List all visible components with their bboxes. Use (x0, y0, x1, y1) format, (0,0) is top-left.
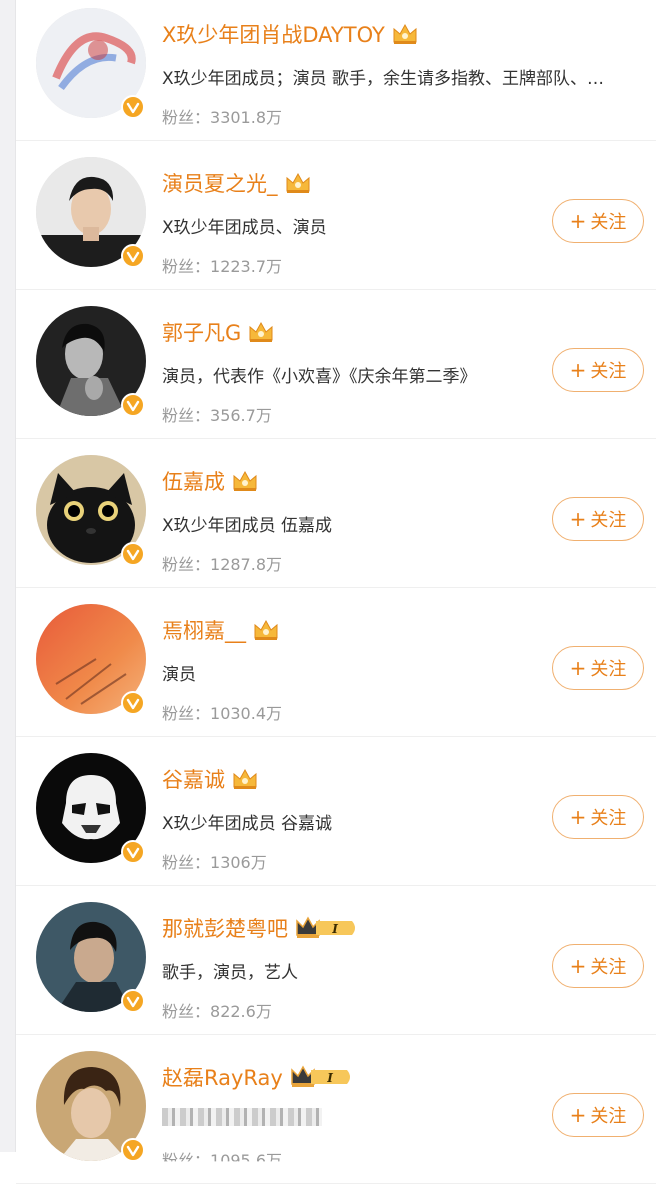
verified-icon (121, 244, 145, 268)
fans-value: 356.7万 (210, 406, 272, 425)
fans-label: 粉丝： (162, 108, 211, 127)
user-row[interactable]: 谷嘉诚 X玖少年团成员 谷嘉诚 粉丝：1306万 + 关注 (16, 737, 656, 886)
fans-count: 粉丝：356.7万 (162, 402, 272, 426)
verified-icon (121, 1138, 145, 1162)
follow-label: 关注 (590, 361, 627, 382)
fans-count: 粉丝：1306万 (162, 849, 267, 873)
follow-button[interactable]: + 关注 (552, 199, 644, 243)
fans-count: 粉丝：3301.8万 (162, 104, 282, 128)
fans-label: 粉丝： (162, 704, 211, 723)
fans-value: 1095.6万 (210, 1151, 283, 1170)
fans-value: 1223.7万 (210, 257, 283, 276)
follow-button[interactable]: + 关注 (552, 348, 644, 392)
verified-icon (121, 542, 145, 566)
user-description: 演员 (162, 665, 196, 685)
fans-label: 粉丝： (162, 1002, 211, 1021)
fans-count: 粉丝：822.6万 (162, 998, 272, 1022)
crown-icon (231, 469, 259, 493)
user-name[interactable]: 郭子凡G (162, 317, 241, 347)
fans-count: 粉丝：1223.7万 (162, 253, 282, 277)
fans-count: 粉丝：1030.4万 (162, 700, 282, 724)
user-description: 歌手，演员，艺人 (162, 963, 298, 983)
follow-button[interactable]: + 关注 (552, 1093, 644, 1137)
follow-label: 关注 (590, 957, 627, 978)
user-row[interactable]: 焉栩嘉__ 演员粉丝：1030.4万 + 关注 (16, 588, 656, 737)
fans-value: 822.6万 (210, 1002, 272, 1021)
verified-icon (121, 691, 145, 715)
verified-icon (121, 393, 145, 417)
fans-count: 粉丝：1095.6万 (162, 1147, 283, 1170)
user-name[interactable]: 那就彭楚粤吧 (162, 913, 288, 943)
follow-label: 关注 (590, 659, 627, 680)
follow-label: 关注 (590, 212, 627, 233)
name-line: 谷嘉诚 (162, 761, 259, 797)
user-name[interactable]: 演员夏之光_ (162, 168, 278, 198)
name-line: 郭子凡G (162, 314, 275, 350)
plus-icon: + (569, 209, 587, 233)
user-row[interactable]: 伍嘉成 X玖少年团成员 伍嘉成 粉丝：1287.8万 + 关注 (16, 439, 656, 588)
left-edge-strip (0, 0, 16, 1152)
user-row[interactable]: 赵磊RayRay I 粉丝：1095.6万 + 关注 (16, 1035, 656, 1184)
user-description: X玖少年团成员、演员 (162, 218, 327, 238)
follow-label: 关注 (590, 1106, 627, 1127)
name-line: 伍嘉成 (162, 463, 259, 499)
fans-label: 粉丝： (162, 257, 211, 276)
fans-value: 1030.4万 (210, 704, 283, 723)
fans-label: 粉丝： (162, 853, 211, 872)
fans-value: 3301.8万 (210, 108, 283, 127)
user-name[interactable]: X玖少年团肖战DAYTOY (162, 19, 385, 49)
follow-button[interactable]: + 关注 (552, 944, 644, 988)
user-description (162, 1107, 322, 1127)
user-description: X玖少年团成员 谷嘉诚 (162, 814, 333, 834)
crown-level-icon: I (294, 915, 360, 941)
fans-value: 1287.8万 (210, 555, 283, 574)
user-list: X玖少年团肖战DAYTOY X玖少年团成员；演员 歌手，余生请多指教、王牌部队、… (16, 0, 656, 1184)
crown-icon (247, 320, 275, 344)
follow-label: 关注 (590, 510, 627, 531)
verified-icon (121, 989, 145, 1013)
crown-icon (391, 22, 419, 46)
verified-icon (121, 95, 145, 119)
name-line: 演员夏之光_ (162, 165, 312, 201)
user-name[interactable]: 伍嘉成 (162, 466, 225, 496)
plus-icon: + (569, 805, 587, 829)
level-text: I (331, 922, 338, 936)
follow-button[interactable]: + 关注 (552, 646, 644, 690)
crown-icon (252, 618, 280, 642)
name-line: X玖少年团肖战DAYTOY (162, 16, 419, 52)
obscured-description (162, 1108, 322, 1126)
plus-icon: + (569, 954, 587, 978)
plus-icon: + (569, 358, 587, 382)
fans-label: 粉丝： (162, 1151, 211, 1170)
plus-icon: + (569, 656, 587, 680)
level-text: I (326, 1071, 333, 1085)
follow-label: 关注 (590, 808, 627, 829)
crown-icon (284, 171, 312, 195)
fans-label: 粉丝： (162, 406, 211, 425)
fans-count: 粉丝：1287.8万 (162, 551, 282, 575)
verified-icon (121, 840, 145, 864)
follow-button[interactable]: + 关注 (552, 795, 644, 839)
user-row[interactable]: 那就彭楚粤吧 I 歌手，演员，艺人 粉丝：822.6万 + 关注 (16, 886, 656, 1035)
crown-icon (231, 767, 259, 791)
user-description: 演员，代表作《小欢喜》《庆余年第二季》 (162, 367, 477, 387)
user-name[interactable]: 谷嘉诚 (162, 764, 225, 794)
user-name[interactable]: 焉栩嘉__ (162, 615, 246, 645)
fans-label: 粉丝： (162, 555, 211, 574)
user-description: X玖少年团成员 伍嘉成 (162, 516, 333, 536)
user-description: X玖少年团成员；演员 歌手，余生请多指教、王牌部队、… (162, 69, 605, 89)
user-row[interactable]: X玖少年团肖战DAYTOY X玖少年团成员；演员 歌手，余生请多指教、王牌部队、… (16, 0, 656, 141)
name-line: 焉栩嘉__ (162, 612, 280, 648)
user-name[interactable]: 赵磊RayRay (162, 1062, 283, 1092)
plus-icon: + (569, 507, 587, 531)
user-row[interactable]: 演员夏之光_ X玖少年团成员、演员 粉丝：1223.7万 + 关注 (16, 141, 656, 290)
name-line: 那就彭楚粤吧 I (162, 910, 360, 946)
user-row[interactable]: 郭子凡G 演员，代表作《小欢喜》《庆余年第二季》 粉丝：356.7万 + 关注 (16, 290, 656, 439)
name-line: 赵磊RayRay I (162, 1059, 355, 1095)
crown-level-icon: I (289, 1064, 355, 1090)
follow-button[interactable]: + 关注 (552, 497, 644, 541)
plus-icon: + (569, 1103, 587, 1127)
fans-value: 1306万 (210, 853, 267, 872)
